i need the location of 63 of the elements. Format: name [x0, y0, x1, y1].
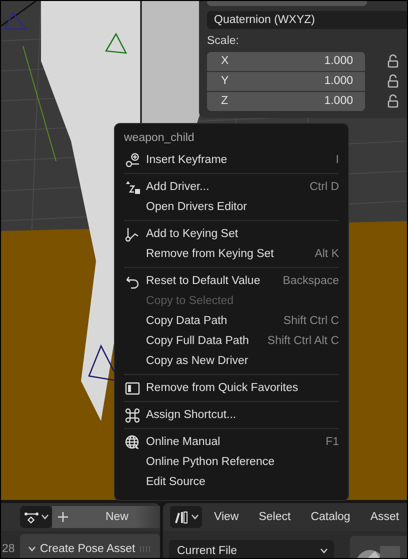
- menu-button[interactable]: Select: [250, 511, 299, 523]
- menu-button[interactable]: Catalog: [302, 511, 358, 523]
- menu-item[interactable]: Copy Data Path Shift Ctrl C: [121, 311, 342, 331]
- new-button[interactable]: New: [74, 506, 160, 528]
- plus-icon: [58, 512, 68, 522]
- caret-icon: [320, 548, 328, 554]
- menu-button[interactable]: Asset: [362, 511, 407, 523]
- panel-header[interactable]: Create Pose Asset: [20, 534, 160, 558]
- menu-item[interactable]: Add to Keying Set: [121, 224, 342, 244]
- command-key-icon: [125, 408, 140, 422]
- caret-icon: [28, 546, 36, 552]
- menu-item[interactable]: Open Drivers Editor: [121, 197, 342, 217]
- menu-item[interactable]: Add Driver... Ctrl D: [121, 177, 342, 197]
- shortcut-label: Alt K: [314, 248, 339, 260]
- keying-set-icon: [125, 226, 140, 242]
- shortcut-label: Shift Ctrl Alt C: [267, 335, 339, 347]
- menu-item[interactable]: Online Manual F1: [121, 432, 342, 452]
- menu-item[interactable]: Assign Shortcut...: [121, 405, 342, 425]
- shortcut-label: F1: [326, 436, 339, 448]
- axis-label: X: [221, 55, 229, 67]
- menu-item[interactable]: Copy as New Driver: [121, 351, 342, 371]
- menu-item[interactable]: Remove from Quick Favorites: [121, 378, 342, 398]
- shortcut-label: Ctrl D: [310, 181, 339, 193]
- menu-item[interactable]: Online Python Reference: [121, 452, 342, 472]
- menu-item[interactable]: Remove from Keying Set Alt K: [121, 244, 342, 264]
- axis-label: Z: [221, 95, 228, 107]
- scale-field[interactable]: Z 1.000: [207, 92, 365, 110]
- pose-icon: [24, 510, 38, 524]
- shortcut-label: I: [336, 154, 339, 166]
- books-icon: [174, 510, 188, 524]
- unlocked-padlock-icon[interactable]: [387, 74, 399, 88]
- add-button[interactable]: [52, 506, 74, 528]
- keyframe-icon: [125, 152, 140, 168]
- unlocked-padlock-icon[interactable]: [387, 94, 399, 108]
- editor-type-button[interactable]: [170, 506, 202, 528]
- drag-grip-icon[interactable]: [139, 546, 152, 552]
- menu-item[interactable]: Reset to Default Value Backspace: [121, 271, 342, 291]
- scale-label: Scale:: [207, 35, 240, 47]
- menu-button[interactable]: View: [206, 511, 247, 523]
- menu-item[interactable]: Insert Keyframe I: [121, 150, 342, 170]
- driver-icon: [125, 180, 140, 194]
- scale-value: 1.000: [324, 75, 353, 87]
- menu-item[interactable]: Copy Full Data Path Shift Ctrl Alt C: [121, 331, 342, 351]
- axis-label: Y: [221, 75, 229, 87]
- caret-icon: [190, 514, 198, 520]
- scale-field[interactable]: X 1.000: [207, 52, 365, 70]
- scale-field[interactable]: Y 1.000: [207, 72, 365, 90]
- menu-item[interactable]: Edit Source: [121, 472, 342, 492]
- panel-icon: [125, 380, 140, 396]
- shortcut-label: Backspace: [282, 275, 339, 287]
- globe-icon: [125, 434, 140, 450]
- unlocked-padlock-icon[interactable]: [387, 54, 399, 68]
- scale-value: 1.000: [324, 55, 353, 67]
- editor-type-button[interactable]: [20, 506, 52, 528]
- library-dropdown[interactable]: Current File: [169, 540, 334, 558]
- frame-number: 28: [2, 543, 15, 555]
- panel-title: Create Pose Asset: [40, 543, 136, 555]
- caret-icon: [40, 514, 48, 520]
- rotation-mode-dropdown[interactable]: Quaternion (WXYZ): [207, 11, 407, 29]
- scale-value: 1.000: [324, 95, 353, 107]
- menu-title: weapon_child: [123, 131, 196, 146]
- shortcut-label: Shift Ctrl C: [283, 315, 339, 327]
- number-field[interactable]: [207, 1, 367, 6]
